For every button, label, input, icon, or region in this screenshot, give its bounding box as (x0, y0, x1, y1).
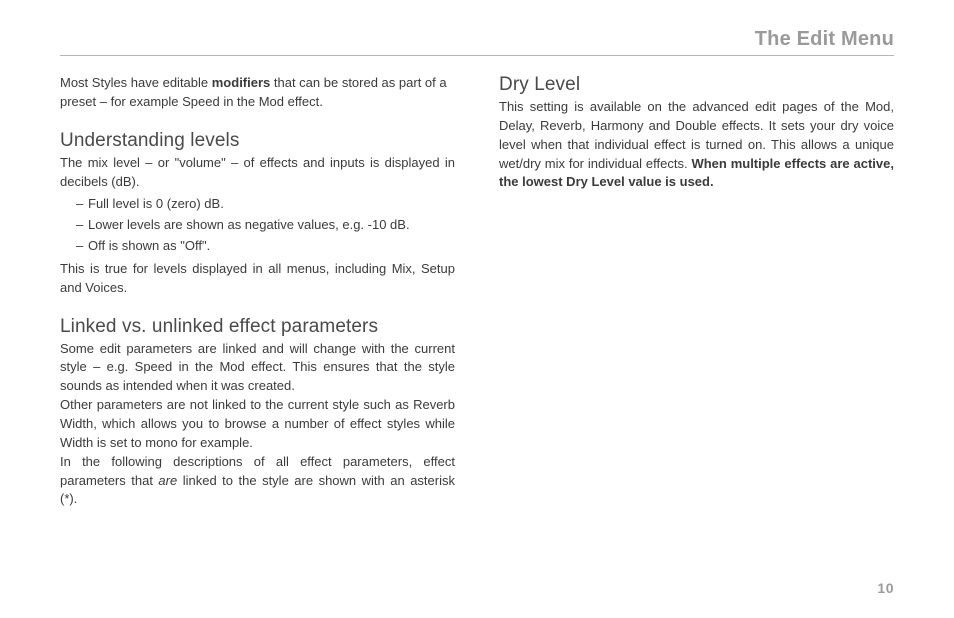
list-item: Lower levels are shown as negative value… (76, 216, 455, 235)
dry-body: This setting is available on the advance… (499, 98, 894, 192)
right-column: Dry Level This setting is available on t… (499, 74, 894, 509)
intro-bold: modifiers (212, 75, 271, 90)
left-column: Most Styles have editable modifiers that… (60, 74, 455, 509)
intro-pre: Most Styles have editable (60, 75, 212, 90)
header-rule (60, 55, 894, 56)
list-item: Full level is 0 (zero) dB. (76, 195, 455, 214)
page-number: 10 (877, 580, 894, 596)
page: The Edit Menu Most Styles have editable … (0, 0, 954, 618)
linked-body-3-em: are (158, 473, 177, 488)
levels-body-2: This is true for levels displayed in all… (60, 260, 455, 298)
levels-body-1: The mix level – or "volume" – of effects… (60, 154, 455, 192)
intro-paragraph: Most Styles have editable modifiers that… (60, 74, 455, 112)
heading-understanding-levels: Understanding levels (60, 130, 455, 152)
list-item: Off is shown as "Off". (76, 237, 455, 256)
linked-body-3: In the following descriptions of all eff… (60, 453, 455, 510)
page-title: The Edit Menu (60, 28, 894, 51)
heading-dry-level: Dry Level (499, 74, 894, 96)
levels-list: Full level is 0 (zero) dB. Lower levels … (60, 195, 455, 256)
linked-body-2: Other parameters are not linked to the c… (60, 396, 455, 453)
heading-linked-vs-unlinked: Linked vs. unlinked effect parameters (60, 316, 455, 338)
linked-body-1: Some edit parameters are linked and will… (60, 340, 455, 397)
columns: Most Styles have editable modifiers that… (60, 74, 894, 509)
